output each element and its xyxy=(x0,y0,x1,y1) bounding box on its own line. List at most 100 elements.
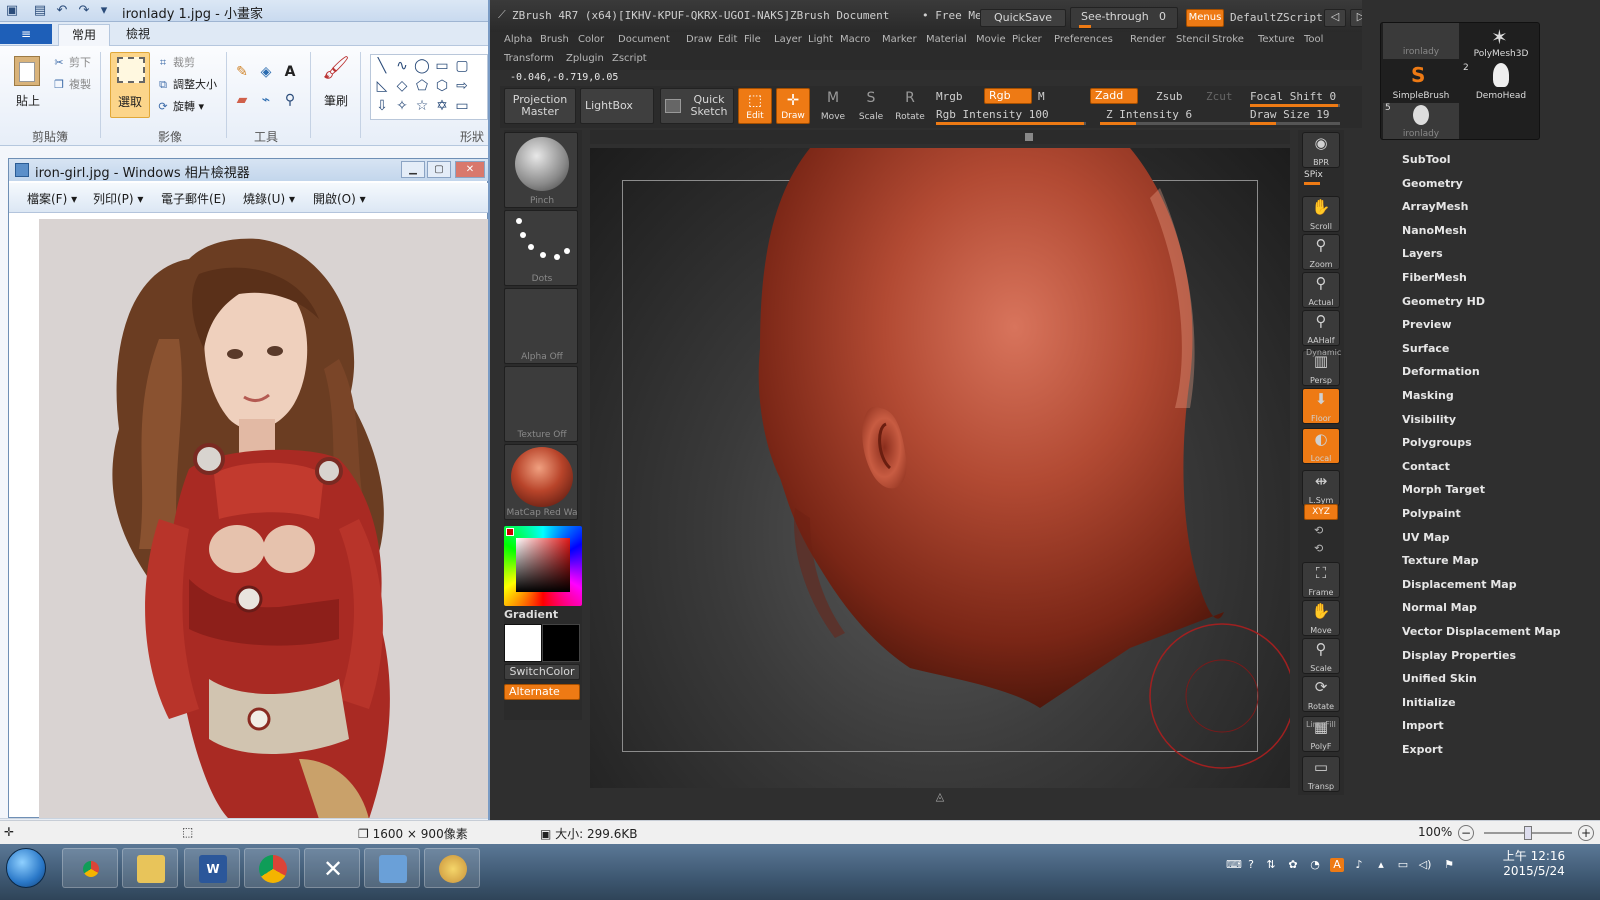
material-selector[interactable]: MatCap Red Wa xyxy=(504,444,578,520)
select-button[interactable]: 選取 xyxy=(110,52,150,118)
taskbar-paint[interactable] xyxy=(424,848,480,888)
palette-polygroups[interactable]: Polygroups xyxy=(1402,436,1472,449)
cut-button[interactable]: ✂ 剪下 xyxy=(52,54,91,70)
projection-master-button[interactable]: Projection Master xyxy=(504,88,576,124)
close-button[interactable]: ✕ xyxy=(455,161,485,178)
zoom-out-button[interactable]: − xyxy=(1458,825,1474,841)
scroll-button[interactable]: ✋ Scroll xyxy=(1302,196,1340,232)
palette-surface[interactable]: Surface xyxy=(1402,342,1449,355)
palette-layers[interactable]: Layers xyxy=(1402,247,1443,260)
switch-color-button[interactable]: SwitchColor xyxy=(504,664,580,680)
move-button[interactable]: ✋ Move xyxy=(1302,600,1340,636)
palette-arraymesh[interactable]: ArrayMesh xyxy=(1402,200,1468,213)
volume-icon[interactable]: ◁) xyxy=(1418,858,1432,872)
secondary-color-swatch[interactable] xyxy=(542,624,580,662)
menu-print[interactable]: 列印(P) ▾ xyxy=(93,190,143,207)
down-arrow-shape-icon[interactable]: ⇩ xyxy=(373,97,391,115)
quick-access-dropdown-icon[interactable]: ▾ xyxy=(96,3,112,19)
lightbox-button[interactable]: LightBox xyxy=(580,88,654,124)
zsub-toggle[interactable]: Zsub xyxy=(1156,90,1183,103)
z-intensity-slider[interactable]: Z Intensity 6 xyxy=(1100,106,1250,125)
m-toggle[interactable]: M xyxy=(1038,90,1045,103)
frame-button[interactable]: ⛶ Frame xyxy=(1302,562,1340,598)
taskbar-word[interactable]: W xyxy=(184,848,240,888)
file-menu-button[interactable]: ≡ xyxy=(0,24,52,44)
zoom-slider-thumb[interactable] xyxy=(1524,826,1532,840)
quicksave-button[interactable]: QuickSave xyxy=(980,9,1066,27)
help-icon[interactable]: ? xyxy=(1244,858,1258,872)
xyz-symmetry-toggle[interactable]: XYZ xyxy=(1304,504,1338,520)
menu-burn[interactable]: 燒錄(U) ▾ xyxy=(243,190,295,207)
alpha-selector[interactable]: Alpha Off xyxy=(504,288,578,364)
l-sym-button[interactable]: ⇹ L.Sym xyxy=(1302,470,1340,506)
palette-visibility[interactable]: Visibility xyxy=(1402,413,1456,426)
bpr-button[interactable]: ◉ BPR xyxy=(1302,132,1340,168)
palette-import[interactable]: Import xyxy=(1402,719,1444,732)
local-button[interactable]: ◐ Local xyxy=(1302,428,1340,464)
palette-morph-target[interactable]: Morph Target xyxy=(1402,483,1485,496)
draw-size-slider[interactable]: Draw Size 19 xyxy=(1250,106,1360,125)
star6-shape-icon[interactable]: ✡ xyxy=(433,97,451,115)
menu-color[interactable]: Color xyxy=(578,34,604,45)
gradient-toggle[interactable]: Gradient xyxy=(504,608,582,621)
menu-edit[interactable]: Edit xyxy=(718,34,737,45)
spix-slider[interactable]: SPix xyxy=(1302,170,1340,186)
start-button[interactable] xyxy=(6,848,46,888)
rectangle-shape-icon[interactable]: ▭ xyxy=(433,57,451,75)
zoom-in-button[interactable]: + xyxy=(1578,825,1594,841)
palette-nanomesh[interactable]: NanoMesh xyxy=(1402,224,1467,237)
menu-stencil[interactable]: Stencil xyxy=(1176,34,1210,45)
taskbar-chrome[interactable] xyxy=(62,848,118,888)
maximize-button[interactable]: ▢ xyxy=(427,161,451,178)
palette-fibermesh[interactable]: FiberMesh xyxy=(1402,271,1467,284)
aahalf-button[interactable]: ⚲ AAHalf xyxy=(1302,310,1340,346)
edit-mode-button[interactable]: ⬚ Edit xyxy=(738,88,772,124)
menu-marker[interactable]: Marker xyxy=(882,34,917,45)
curve-shape-icon[interactable]: ∿ xyxy=(393,57,411,75)
scroll-left-icon[interactable]: ◁ xyxy=(1324,9,1346,27)
oval-shape-icon[interactable]: ◯ xyxy=(413,57,431,75)
crop-button[interactable]: ⌗ 裁剪 xyxy=(156,54,195,70)
app-tray-icon[interactable]: ✿ xyxy=(1286,858,1300,872)
palette-displacement-map[interactable]: Displacement Map xyxy=(1402,578,1517,591)
color-picker-icon[interactable]: ⌁ xyxy=(256,90,276,110)
rotate-axis-alt-icon[interactable]: ⟲ xyxy=(1314,542,1323,555)
save-icon[interactable]: ▤ xyxy=(32,3,48,19)
diamond-shape-icon[interactable]: ◇ xyxy=(393,77,411,95)
paste-button[interactable]: 貼上 xyxy=(10,52,46,118)
pencil-icon[interactable]: ✎ xyxy=(232,62,252,82)
menu-stroke[interactable]: Stroke xyxy=(1212,34,1244,45)
subtool-item[interactable]: DemoHead xyxy=(1463,63,1539,101)
floor-button[interactable]: ⬇ Floor xyxy=(1302,388,1340,424)
keyboard-icon[interactable]: ⌨ xyxy=(1226,858,1242,872)
palette-export[interactable]: Export xyxy=(1402,743,1443,756)
scale-mode-button[interactable]: S Scale xyxy=(854,88,888,124)
menu-tool[interactable]: Tool xyxy=(1304,34,1323,45)
taskbar-zbrush[interactable]: ✕ xyxy=(304,848,360,888)
menu-zplugin[interactable]: Zplugin xyxy=(566,53,604,64)
shapes-gallery[interactable]: ╲ ∿ ◯ ▭ ▢ ◺ ◇ ⬠ ⬡ ⇨ ⇩ ✧ ☆ ✡ ▭ xyxy=(370,54,488,120)
canvas-top-scrollbar[interactable] xyxy=(590,130,1290,144)
display-icon[interactable]: ▭ xyxy=(1396,858,1410,872)
speaker-icon[interactable]: ♪ xyxy=(1352,858,1366,872)
palette-deformation[interactable]: Deformation xyxy=(1402,365,1480,378)
safely-remove-icon[interactable]: ▴ xyxy=(1374,858,1388,872)
subtool-item[interactable]: ✶ PolyMesh3D xyxy=(1463,23,1539,59)
brushes-button[interactable]: 🖌 筆刷 xyxy=(318,52,354,118)
zcut-toggle[interactable]: Zcut xyxy=(1206,90,1233,103)
redo-icon[interactable]: ↷ xyxy=(76,3,92,19)
star4-shape-icon[interactable]: ✧ xyxy=(393,97,411,115)
actual-button[interactable]: ⚲ Actual xyxy=(1302,272,1340,308)
subtool-item[interactable]: 5 ironlady xyxy=(1383,103,1459,139)
subtool-item[interactable]: S SimpleBrush xyxy=(1383,63,1459,101)
palette-geometry-hd[interactable]: Geometry HD xyxy=(1402,295,1485,308)
callout-shape-icon[interactable]: ▭ xyxy=(453,97,471,115)
taskbar-explorer[interactable] xyxy=(122,848,178,888)
network-drive-icon[interactable]: ⇅ xyxy=(1264,858,1278,872)
flag-icon[interactable]: ⚑ xyxy=(1442,858,1456,872)
tab-home[interactable]: 常用 xyxy=(58,24,110,46)
menu-texture[interactable]: Texture xyxy=(1258,34,1295,45)
palette-display-properties[interactable]: Display Properties xyxy=(1402,649,1516,662)
menu-brush[interactable]: Brush xyxy=(540,34,569,45)
palette-contact[interactable]: Contact xyxy=(1402,460,1450,473)
